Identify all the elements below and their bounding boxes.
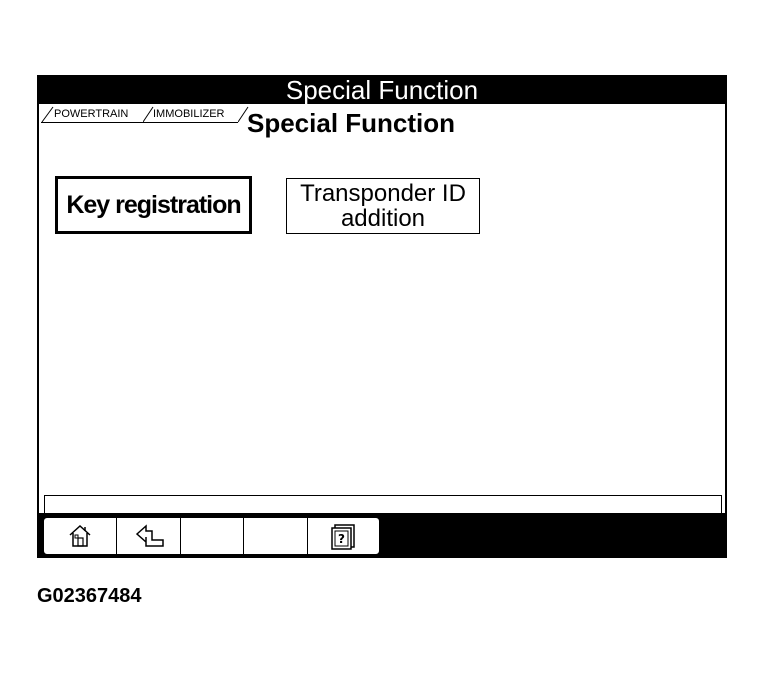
transponder-label-line2: addition [340,205,426,232]
home-icon [69,524,91,547]
page-title: Special Function [247,108,456,138]
breadcrumb-tab-slant [41,106,54,123]
breadcrumb-item-immobilizer[interactable]: IMMOBILIZER [143,106,238,123]
breadcrumb-label: POWERTRAIN [54,108,129,120]
transponder-id-addition-button[interactable]: Transponder ID addition [286,178,480,234]
breadcrumb-item-powertrain[interactable]: POWERTRAIN [41,106,143,123]
help-button[interactable]: ? [308,518,379,554]
svg-text:?: ? [338,532,345,546]
help-icon: ? [330,524,355,550]
special-function-window: Special Function POWERTRAIN IMMOBILIZER … [37,75,727,558]
toolbar-button-group: ? [43,517,380,555]
back-button[interactable] [117,518,181,554]
key-registration-label: Key registration [66,190,241,219]
home-button[interactable] [44,518,117,554]
back-icon [135,524,164,547]
window-title-bar: Special Function [39,77,725,104]
breadcrumb-label: IMMOBILIZER [153,108,225,120]
key-registration-button[interactable]: Key registration [55,176,252,234]
window-title: Special Function [285,75,479,105]
toolbar-button-blank-2[interactable] [244,518,308,554]
bottom-toolbar: ? [39,513,725,556]
message-area [44,495,722,513]
transponder-label-line1: Transponder ID [300,180,466,207]
figure-id: G02367484 [37,585,142,607]
toolbar-button-blank-1[interactable] [181,518,244,554]
